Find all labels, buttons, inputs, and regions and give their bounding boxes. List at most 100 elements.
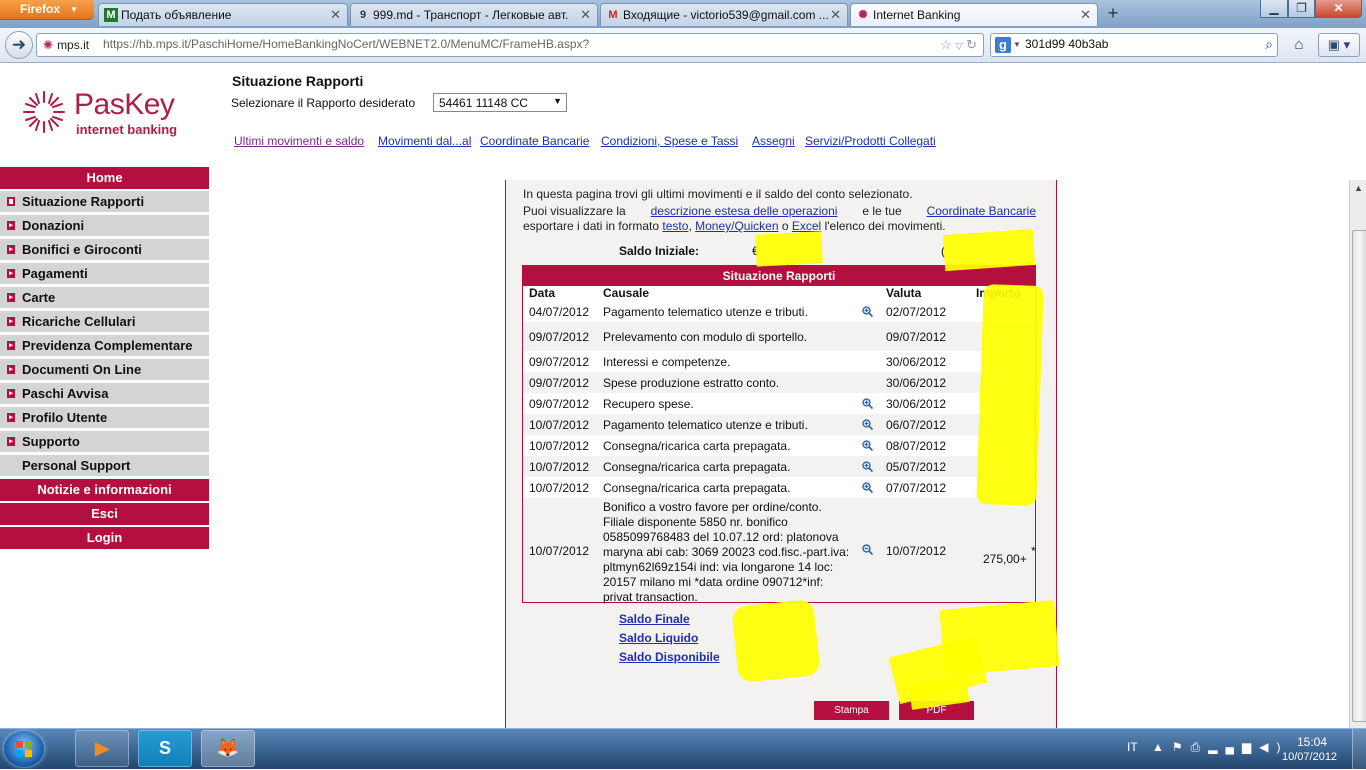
back-button[interactable]: ➜ — [5, 31, 33, 59]
sidebar-item-supporto[interactable]: ▸ Supporto — [0, 431, 209, 453]
home-icon[interactable]: ⌂ — [1286, 33, 1312, 57]
logo-name: PasKey — [74, 88, 175, 121]
printer-icon[interactable]: ⎙ — [1191, 740, 1209, 754]
sidebar-item-ricariche[interactable]: ▸ Ricariche Cellulari — [0, 311, 209, 333]
close-tab-icon[interactable]: ✕ — [830, 7, 841, 23]
page-scrollbar[interactable]: ▲ — [1349, 180, 1366, 728]
arrow-right-icon: ▸ — [7, 437, 15, 446]
tab-gmail[interactable]: M Входящие - victorio539@gmail.com ... ✕ — [600, 3, 848, 26]
table-row: 04/07/2012 Pagamento telematico utenze e… — [529, 305, 947, 319]
sidebar-item-pagamenti[interactable]: ▸ Pagamenti — [0, 263, 209, 285]
bookmarks-button[interactable]: ▣ ▾ — [1318, 33, 1360, 57]
sidebar-item-bonifici[interactable]: ▸ Bonifici e Giroconti — [0, 239, 209, 261]
magnifier-detail-icon[interactable] — [862, 440, 873, 451]
link-coordinate-bancarie[interactable]: Coordinate Bancarie — [480, 134, 589, 148]
site-favicon-icon: 9 — [359, 9, 367, 21]
sidebar-item-login[interactable]: Login — [0, 527, 209, 549]
link-export-money-quicken[interactable]: Money/Quicken — [695, 219, 778, 233]
magnifier-detail-icon[interactable] — [862, 461, 873, 472]
table-row: 09/07/2012 Spese produzione estratto con… — [523, 372, 1035, 393]
search-input[interactable]: 301d99 40b3ab — [1025, 37, 1108, 51]
close-tab-icon[interactable]: ✕ — [1080, 7, 1091, 23]
link-descrizione-estesa[interactable]: descrizione estesa delle operazioni — [651, 204, 838, 218]
close-tab-icon[interactable]: ✕ — [580, 7, 591, 23]
windows-logo-icon — [16, 741, 32, 757]
magnifier-minus-icon[interactable] — [862, 544, 873, 555]
chevron-down-icon[interactable]: ▼ — [1013, 40, 1021, 49]
sidebar-item-personal-support[interactable]: Personal Support — [0, 455, 209, 477]
tab-podat-obyavlenie[interactable]: M Подать объявление ✕ — [98, 3, 348, 26]
minimize-window-button[interactable]: ▁ — [1260, 0, 1288, 18]
sidebar-item-carte[interactable]: ▸ Carte — [0, 287, 209, 309]
sidebar-item-situazione-rapporti[interactable]: Situazione Rapporti — [0, 191, 209, 213]
search-box[interactable]: g ▼ 301d99 40b3ab ⌕ — [990, 33, 1278, 57]
sidebar-item-profilo[interactable]: ▸ Profilo Utente — [0, 407, 209, 429]
google-search-engine-icon[interactable]: g — [995, 37, 1011, 53]
taskbar-skype[interactable]: S — [138, 730, 192, 767]
show-hidden-icons-icon[interactable]: ▲ — [1152, 740, 1172, 754]
taskbar-media-player[interactable]: ▶ — [75, 730, 129, 767]
link-coordinate-bancarie-intro[interactable]: Coordinate Bancarie — [927, 204, 1036, 218]
magnifier-detail-icon[interactable] — [862, 398, 873, 409]
taskbar-firefox[interactable]: 🦊 — [201, 730, 255, 767]
print-button[interactable]: Stampa — [814, 701, 889, 720]
sidebar-item-previdenza[interactable]: ▸ Previdenza Complementare — [0, 335, 209, 357]
scroll-up-icon[interactable]: ▲ — [1350, 180, 1366, 197]
flag-icon[interactable]: ⚑ — [1172, 740, 1191, 754]
address-bar[interactable]: ✺ mps.it https://hb.mps.it/PaschiHome/Hom… — [36, 33, 984, 57]
link-movimenti-dal-al[interactable]: Movimenti dal...al — [378, 134, 471, 148]
importo-flag: * — [1031, 544, 1036, 558]
column-header-causale: Causale — [603, 286, 650, 300]
tab-internet-banking[interactable]: ✺ Internet Banking ✕ — [850, 3, 1098, 26]
sidebar-item-documenti[interactable]: ▸ Documenti On Line — [0, 359, 209, 381]
magnifier-detail-icon[interactable] — [862, 419, 873, 430]
bookmark-star-icon[interactable]: ☆ — [940, 37, 952, 52]
magnifier-detail-icon[interactable] — [862, 482, 873, 493]
search-icon[interactable]: ⌕ — [1265, 36, 1273, 53]
intro-line-2: Puoi visualizzare la descrizione estesa … — [523, 204, 1036, 218]
table-row: 10/07/2012 Consegna/ricarica carta prepa… — [523, 456, 1035, 477]
arrow-right-icon: ▸ — [7, 317, 15, 326]
link-assegni[interactable]: Assegni — [752, 134, 795, 148]
sidebar-item-donazioni[interactable]: ▸ Donazioni — [0, 215, 209, 237]
tab-999-md[interactable]: 9 999.md - Транспорт - Легковые авт... ✕ — [350, 3, 598, 26]
start-button[interactable] — [4, 731, 44, 767]
sidebar-item-esci[interactable]: Esci — [0, 503, 209, 525]
network-signal-icon[interactable]: ▂▄▆ — [1208, 740, 1259, 754]
link-saldo-finale[interactable]: Saldo Finale — [619, 612, 690, 626]
firefox-menu-button[interactable]: Firefox ▼ — [0, 0, 94, 20]
reload-icon[interactable]: ↻ — [966, 37, 977, 52]
url-text[interactable]: https://hb.mps.it/PaschiHome/HomeBanking… — [103, 37, 589, 51]
redaction-mark — [942, 228, 1036, 272]
link-saldo-liquido[interactable]: Saldo Liquido — [619, 631, 698, 645]
column-header-valuta: Valuta — [886, 286, 922, 300]
clock-time[interactable]: 15:04 — [1297, 735, 1327, 749]
link-export-testo[interactable]: testo — [662, 219, 688, 233]
scrollbar-thumb[interactable] — [1352, 230, 1366, 722]
selected-bullet-icon — [7, 197, 15, 206]
table-row: 10/07/2012 Consegna/ricarica carta prepa… — [529, 439, 947, 453]
new-tab-button[interactable]: + — [1100, 3, 1126, 26]
show-desktop-button[interactable] — [1352, 729, 1366, 769]
bonifico-description: Bonifico a vostro favore per ordine/cont… — [603, 500, 850, 604]
arrow-right-icon: ▸ — [7, 341, 15, 350]
navigation-toolbar: ➜ ✺ mps.it https://hb.mps.it/PaschiHome/H… — [0, 28, 1366, 63]
sidebar-item-home[interactable]: Home — [0, 167, 209, 189]
maximize-window-button[interactable]: ❐ — [1288, 0, 1315, 18]
language-indicator[interactable]: IT — [1127, 740, 1138, 754]
close-tab-icon[interactable]: ✕ — [330, 7, 341, 23]
clock-date[interactable]: 10/07/2012 — [1282, 751, 1337, 763]
site-identity-button[interactable]: ✺ mps.it — [39, 36, 93, 54]
link-servizi-prodotti[interactable]: Servizi/Prodotti Collegati — [805, 134, 936, 148]
sidebar-item-paschi-avvisa[interactable]: ▸ Paschi Avvisa — [0, 383, 209, 405]
sidebar-item-notizie[interactable]: Notizie e informazioni — [0, 479, 209, 501]
close-window-button[interactable]: ✕ — [1315, 0, 1362, 18]
redaction-mark — [976, 284, 1044, 506]
link-ultimi-movimenti[interactable]: Ultimi movimenti e saldo — [234, 134, 364, 148]
magnifier-detail-icon[interactable] — [862, 306, 873, 317]
link-saldo-disponibile[interactable]: Saldo Disponibile — [619, 650, 720, 664]
link-condizioni-spese-tassi[interactable]: Condizioni, Spese e Tassi — [601, 134, 738, 148]
rapporto-select[interactable]: 54461 11148 CC ▼ — [433, 93, 567, 112]
history-dropdown-icon[interactable]: ▽ — [956, 41, 963, 51]
arrow-right-icon: ▸ — [7, 413, 15, 422]
